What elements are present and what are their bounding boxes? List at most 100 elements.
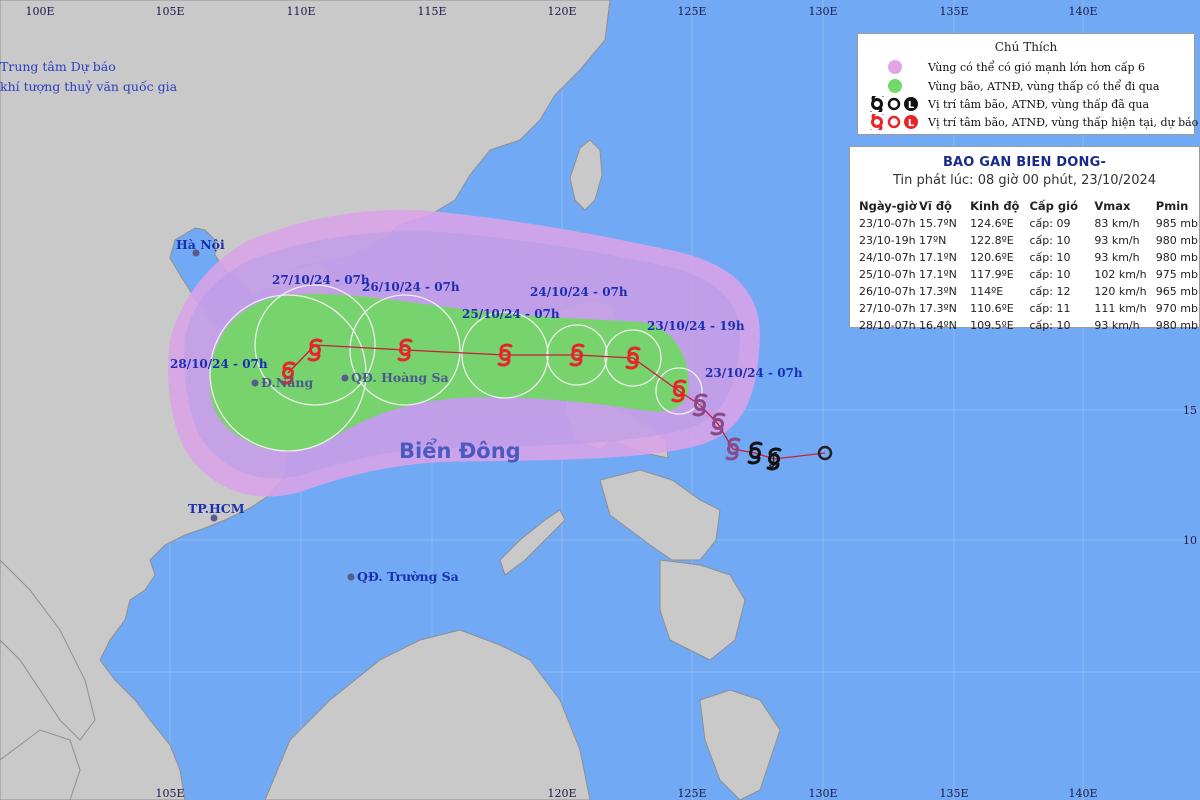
table-row: 23/10-07h 15.7ºN 124.6ºE cấp: 09 83 km/h 985 … <box>858 215 1199 232</box>
table-cell: 110.6ºE <box>970 302 1014 315</box>
top-lon-label: 130E <box>808 5 837 18</box>
pink-zone-icon <box>866 59 924 75</box>
legend-row-past-positions: L Vị trí tâm bão, ATNĐ, vùng thấp đã qua <box>866 96 1149 112</box>
legend-title: Chú Thích <box>994 40 1058 54</box>
column-header: Vmax <box>1094 199 1131 213</box>
organization-line: Trung tâm Dự báo <box>0 59 116 74</box>
hoangsa-label: QĐ. Hoàng Sa <box>351 370 449 385</box>
table-cell: 27/10-07h <box>859 302 916 315</box>
table-cell: cấp: 10 <box>1029 268 1071 281</box>
column-header: Cấp gió <box>1029 199 1078 213</box>
table-cell: cấp: 10 <box>1029 251 1071 264</box>
bulletin-body: 23/10-07h 15.7ºN 124.6ºE cấp: 09 83 km/h 985 … <box>858 215 1199 334</box>
column-header: Kinh độ <box>970 199 1020 213</box>
top-lon-label: 105E <box>155 5 184 18</box>
table-cell: cấp: 11 <box>1029 302 1071 315</box>
table-cell: 122.8ºE <box>970 234 1014 247</box>
table-cell: 117.9ºE <box>970 268 1014 281</box>
hcm-label: TP.HCM <box>188 501 245 516</box>
bottom-lon-label: 140E <box>1068 787 1097 800</box>
hoangsa-marker <box>341 374 349 382</box>
table-row: 25/10-07h 17.1ºN 117.9ºE cấp: 10 102 km/h 975… <box>858 266 1199 283</box>
top-lon-label: 100E <box>25 5 54 18</box>
track-label-28-07: 28/10/24 - 07h <box>170 357 268 371</box>
table-cell: 985 mb <box>1155 217 1198 230</box>
table-cell: 17ºN <box>918 234 947 247</box>
table-cell: 17.1ºN <box>918 251 957 264</box>
table-cell: 93 km/h <box>1094 251 1140 264</box>
track-label-25-07: 25/10/24 - 07h <box>462 307 560 321</box>
table-cell: 17.3ºN <box>918 285 957 298</box>
bottom-lon-label: 135E <box>939 787 968 800</box>
table-row: 28/10-07h 16.4ºN 109.5ºE cấp: 10 93 km/h 980 … <box>858 317 1199 334</box>
hanoi-label: Hà Nội <box>176 237 225 252</box>
forecast-symbols-icon: L <box>866 114 924 130</box>
table-cell: 965 mb <box>1155 285 1198 298</box>
danang-marker <box>251 379 259 387</box>
table-cell: 109.5ºE <box>970 319 1014 332</box>
table-cell: 25/10-07h <box>859 268 916 281</box>
legend-row-storm-zone: Vùng bão, ATNĐ, vùng thấp có thể đi qua <box>866 78 1159 94</box>
bien-dong-label: Biển Đông <box>399 438 521 463</box>
table-cell: 15.7ºN <box>918 217 957 230</box>
table-cell: 26/10-07h <box>859 285 916 298</box>
table-cell: 16.4ºN <box>918 319 957 332</box>
table-cell: 111 km/h <box>1094 302 1147 315</box>
svg-text:L: L <box>908 100 915 111</box>
table-cell: 980 mb <box>1155 319 1198 332</box>
right-lat-label: 10 <box>1183 534 1197 547</box>
table-cell: 970 mb <box>1155 302 1198 315</box>
table-cell: 93 km/h <box>1094 319 1140 332</box>
track-label-26-07: 26/10/24 - 07h <box>362 280 460 294</box>
top-lon-label: 140E <box>1068 5 1097 18</box>
top-lon-label: 135E <box>939 5 968 18</box>
track-label-27-07: 27/10/24 - 07h <box>272 273 370 287</box>
truongsa-label: QĐ. Trường Sa <box>357 569 459 584</box>
bottom-lon-label: 105E <box>155 787 184 800</box>
legend-text: Vùng có thể có gió mạnh lớn hơn cấp 6 <box>928 60 1146 74</box>
bulletin-issued: Tin phát lúc: 08 giờ 00 phút, 23/10/2024 <box>892 173 1157 188</box>
column-header: Vĩ độ <box>918 199 952 213</box>
table-cell: 120.6ºE <box>970 251 1014 264</box>
legend-row-forecast-positions: L Vị trí tâm bão, ATNĐ, vùng thấp hiện t… <box>866 114 1198 130</box>
track-label-23-07: 23/10/24 - 07h <box>705 366 803 380</box>
top-lon-label: 125E <box>677 5 706 18</box>
table-cell: 93 km/h <box>1094 234 1140 247</box>
danang-label: Đ.Nẵng <box>261 375 313 390</box>
svg-text:L: L <box>908 118 915 129</box>
bulletin-title: BAO GAN BIEN DONG- <box>942 155 1107 170</box>
track-label-23-19: 23/10/24 - 19h <box>647 319 745 333</box>
table-row: 24/10-07h 17.1ºN 120.6ºE cấp: 10 93 km/h 980 … <box>858 249 1199 266</box>
truongsa-marker <box>347 573 355 581</box>
bottom-lon-label: 130E <box>808 787 837 800</box>
table-cell: 980 mb <box>1155 234 1198 247</box>
top-lon-label: 115E <box>417 5 446 18</box>
column-header: Ngày-giờ <box>859 199 917 213</box>
table-cell: 980 mb <box>1155 251 1198 264</box>
table-cell: 114ºE <box>970 285 1004 298</box>
bulletin-table: Ngày-giờ Vĩ độ Kinh độ Cấp gió Vmax Pmin… <box>858 199 1199 334</box>
table-cell: 17.1ºN <box>918 268 957 281</box>
track-label-24-07: 24/10/24 - 07h <box>530 285 628 299</box>
bottom-lon-label: 125E <box>677 787 706 800</box>
table-cell: 83 km/h <box>1094 217 1140 230</box>
organization-credit: Trung tâm Dự báo khí tượng thuỷ văn quốc… <box>0 57 177 97</box>
table-row: 27/10-07h 17.3ºN 110.6ºE cấp: 11 111 km/h 970… <box>858 300 1199 317</box>
legend-text: Vùng bão, ATNĐ, vùng thấp có thể đi qua <box>928 79 1160 93</box>
bulletin-header-row: Ngày-giờ Vĩ độ Kinh độ Cấp gió Vmax Pmin <box>858 199 1199 215</box>
right-lat-label: 15 <box>1183 404 1197 417</box>
green-zone-icon <box>866 78 924 94</box>
table-cell: 28/10-07h <box>859 319 916 332</box>
legend-panel: Chú Thích Vùng có thể có gió mạnh lớn hơ… <box>857 33 1198 135</box>
table-cell: 102 km/h <box>1094 268 1147 281</box>
table-row: 23/10-19h 17ºN 122.8ºE cấp: 10 93 km/h 980 mb <box>858 232 1199 249</box>
storm-forecast-map: ʆ 100E 105E 110E 115E 120E 125E 130E 135… <box>0 0 1200 800</box>
table-cell: 24/10-07h <box>859 251 916 264</box>
table-cell: 120 km/h <box>1094 285 1147 298</box>
table-cell: 17.3ºN <box>918 302 957 315</box>
legend-text: Vị trí tâm bão, ATNĐ, vùng thấp hiện tại… <box>928 115 1199 129</box>
top-lon-label: 120E <box>547 5 576 18</box>
column-header: Pmin <box>1155 199 1189 213</box>
table-cell: 124.6ºE <box>970 217 1014 230</box>
table-row: 26/10-07h 17.3ºN 114ºE cấp: 12 120 km/h 965 m… <box>858 283 1199 300</box>
